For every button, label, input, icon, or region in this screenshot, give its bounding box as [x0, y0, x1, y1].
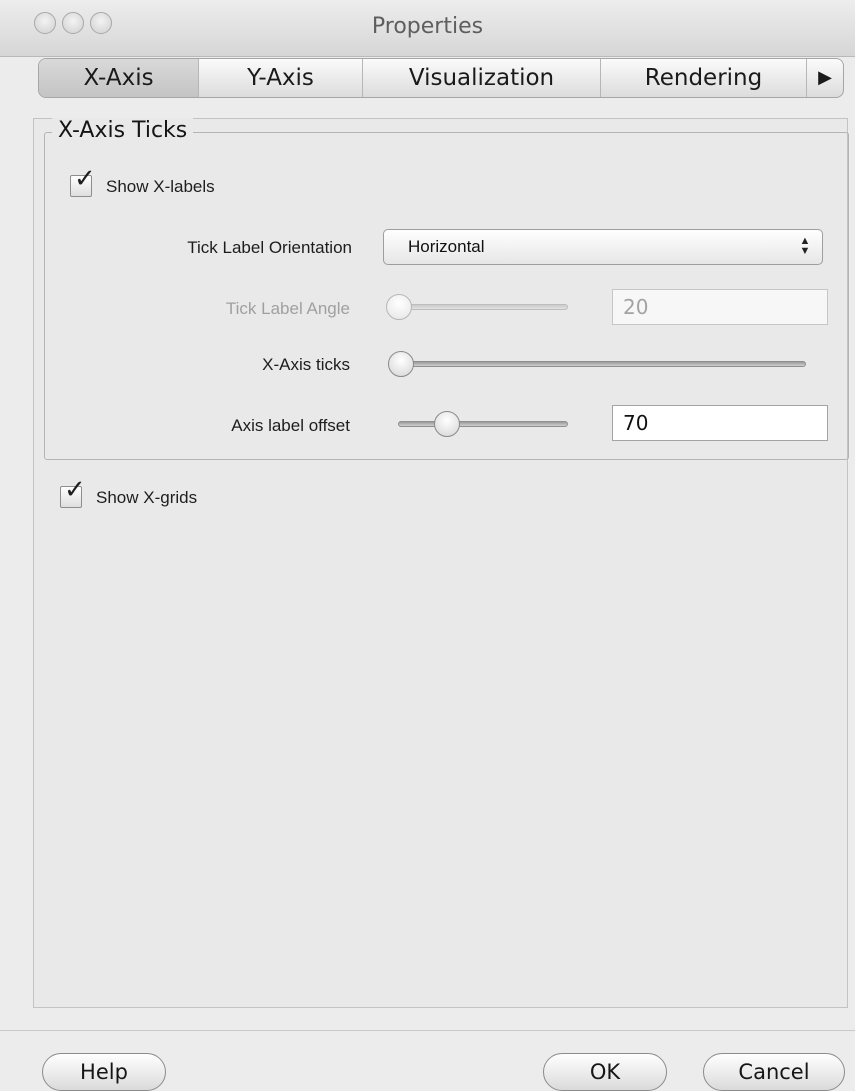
checkmark-icon: ✓: [64, 475, 86, 505]
checkmark-icon: ✓: [74, 164, 96, 194]
axis-label-offset-field[interactable]: 70: [612, 405, 828, 441]
title-bar: Properties: [0, 0, 855, 57]
axis-label-offset-slider-track[interactable]: [398, 421, 568, 427]
window-title: Properties: [371, 14, 484, 39]
tick-label-orientation-select[interactable]: Horizontal ▲ ▼: [383, 229, 823, 265]
tab-bar: X-Axis Y-Axis Visualization Rendering ▶: [38, 58, 844, 98]
axis-label-offset-slider-knob[interactable]: [434, 411, 460, 437]
tick-label-angle-label: Tick Label Angle: [225, 299, 350, 318]
footer-divider: [0, 1030, 855, 1031]
group-title: X-Axis Ticks: [52, 118, 194, 143]
select-value: Horizontal: [408, 237, 485, 256]
tab-visualization[interactable]: Visualization: [363, 59, 601, 97]
x-axis-ticks-label: X-Axis ticks: [262, 355, 350, 374]
tick-label-angle-slider-track[interactable]: [392, 304, 568, 310]
axis-label-offset-label: Axis label offset: [231, 416, 350, 435]
show-x-labels-label: Show X-labels: [106, 177, 215, 196]
up-down-arrows-icon: ▲ ▼: [799, 235, 811, 257]
tick-label-angle-slider-knob[interactable]: [386, 294, 412, 320]
x-axis-ticks-slider-knob[interactable]: [388, 351, 414, 377]
x-axis-ticks-slider-track[interactable]: [392, 361, 806, 367]
tab-rendering[interactable]: Rendering: [601, 59, 807, 97]
show-x-grids-label: Show X-grids: [96, 488, 198, 507]
show-x-labels-checkbox[interactable]: ✓: [70, 166, 96, 197]
tick-label-orientation-label: Tick Label Orientation: [187, 238, 352, 257]
tick-label-angle-field[interactable]: 20: [612, 289, 828, 325]
cancel-button[interactable]: Cancel: [703, 1053, 845, 1091]
ok-button[interactable]: OK: [543, 1053, 667, 1091]
help-button[interactable]: Help: [42, 1053, 166, 1091]
show-x-grids-checkbox[interactable]: ✓: [60, 477, 86, 508]
tab-y-axis[interactable]: Y-Axis: [199, 59, 363, 97]
tab-x-axis[interactable]: X-Axis: [39, 59, 199, 97]
tab-scroll-right-icon[interactable]: ▶: [807, 59, 843, 97]
